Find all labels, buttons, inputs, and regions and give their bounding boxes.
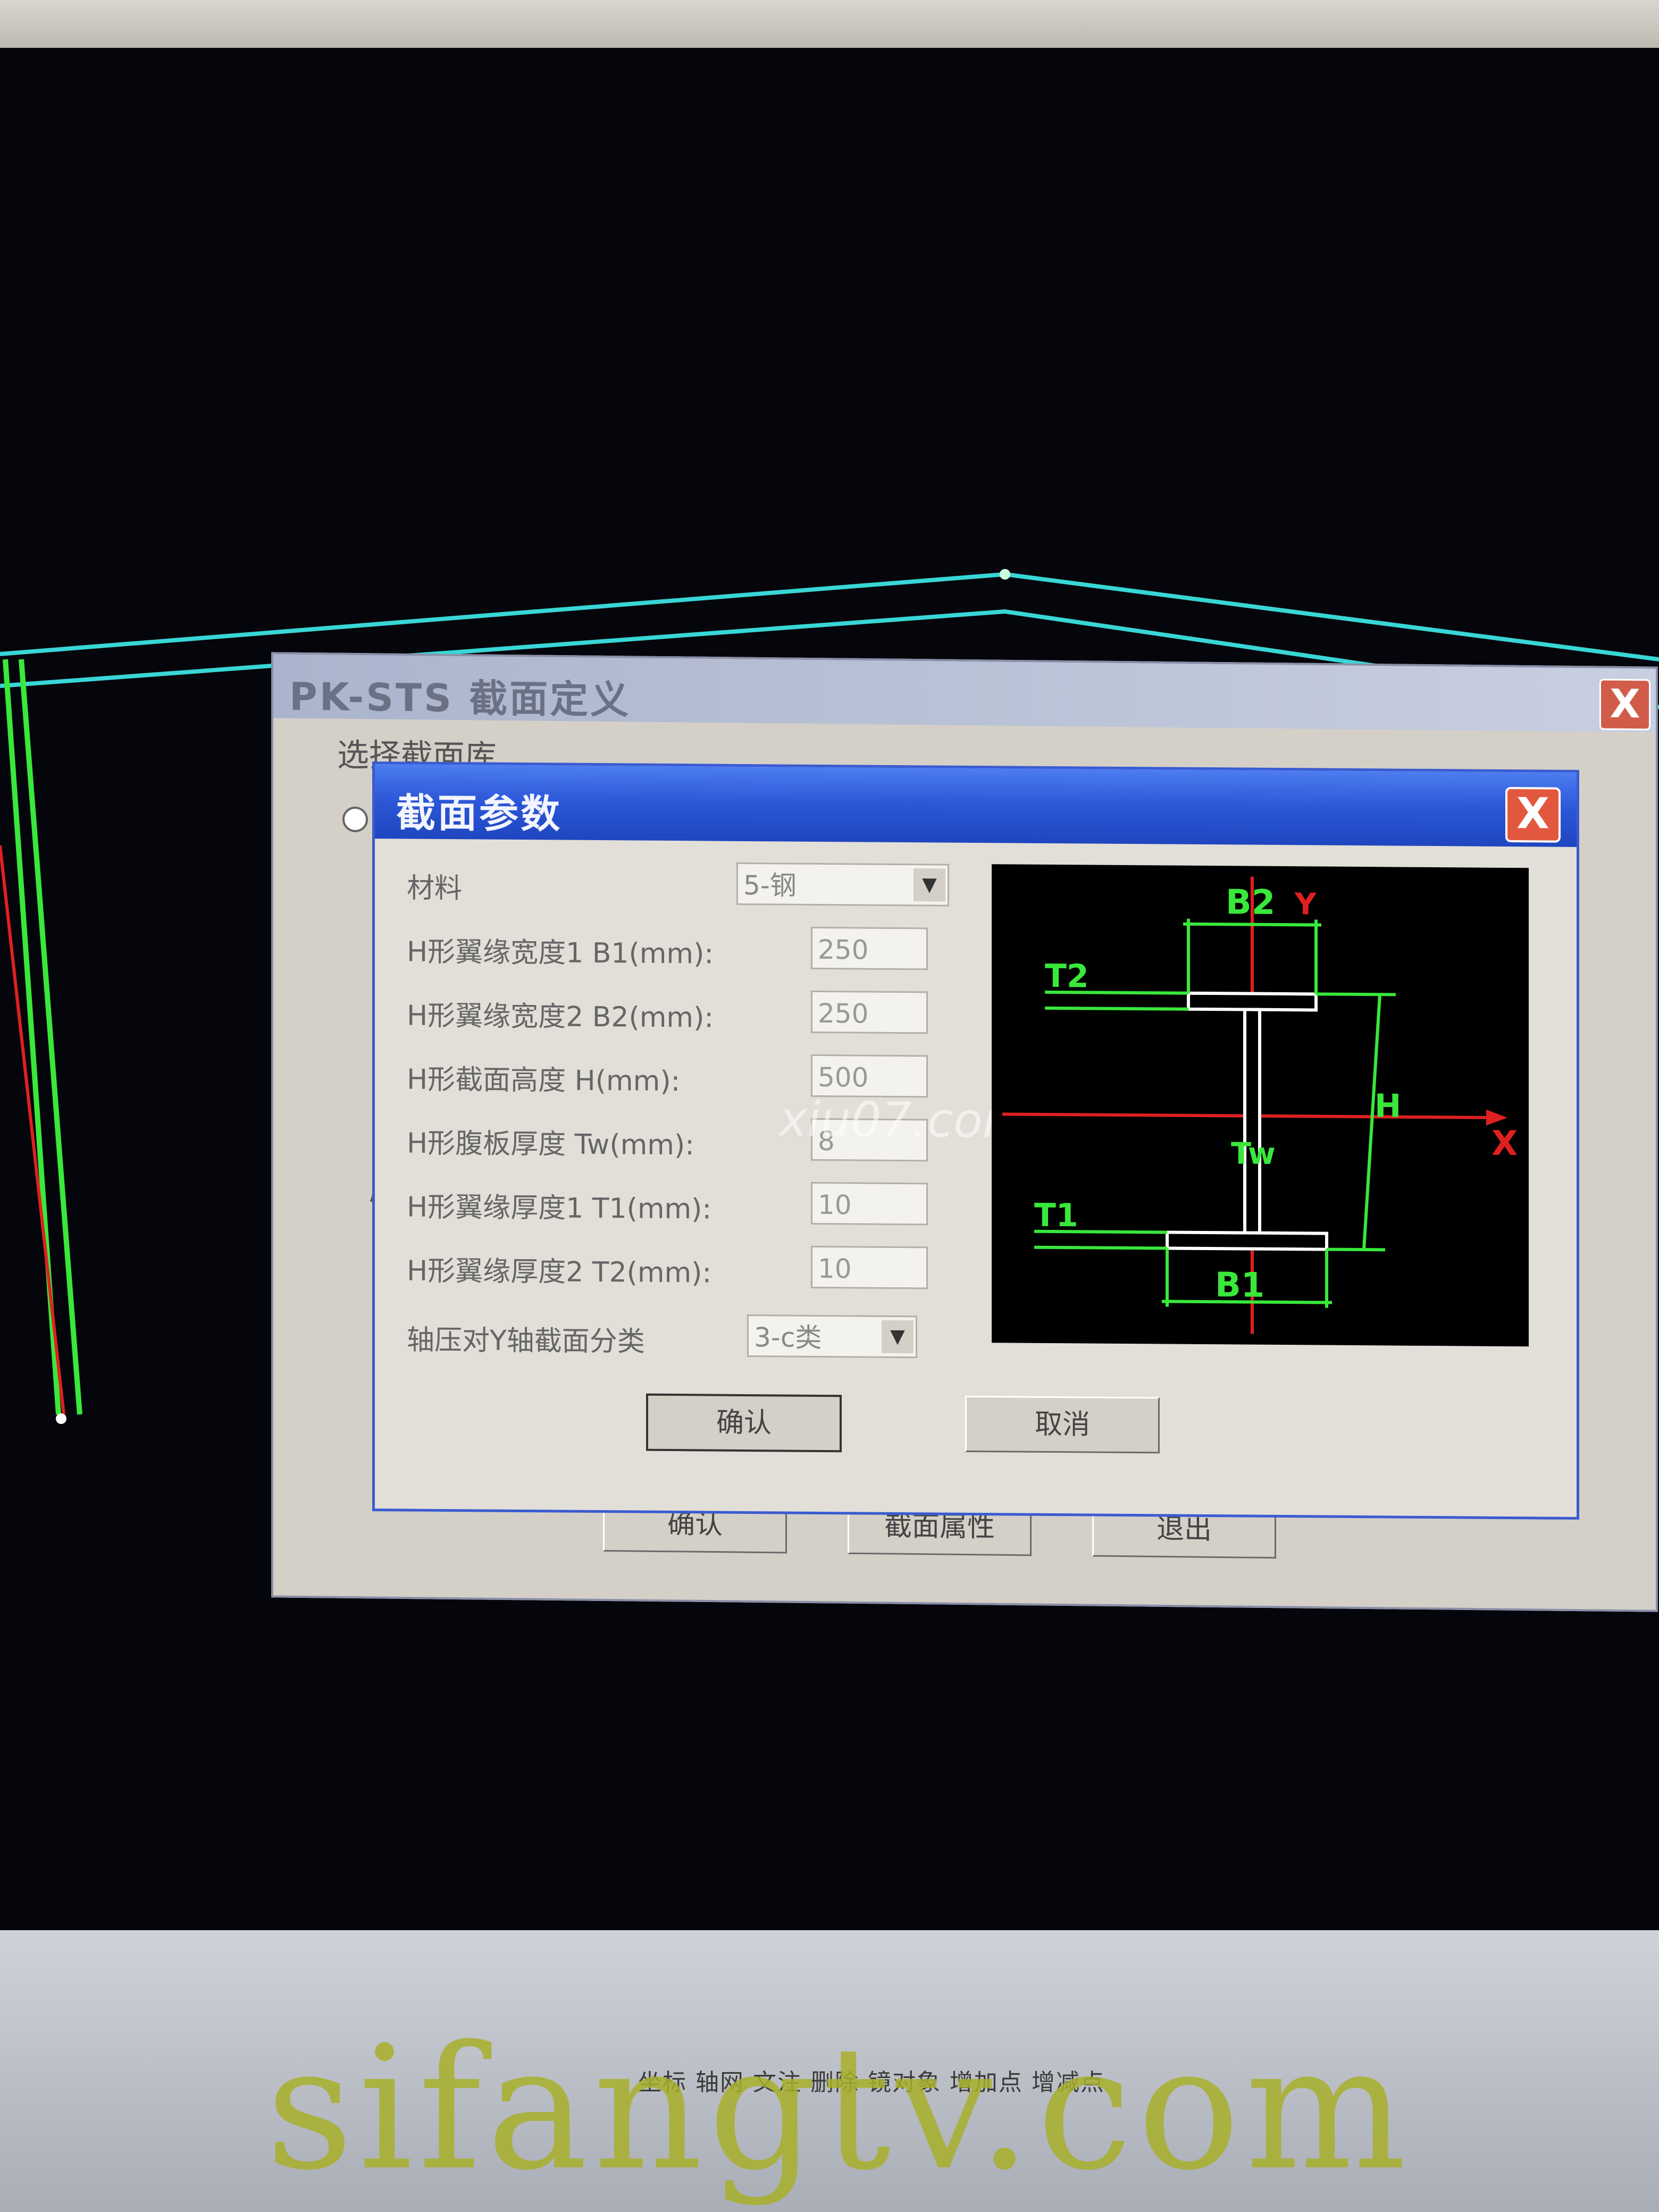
inner-ok-button[interactable]: 确认: [646, 1393, 842, 1453]
ridge-node: [1000, 569, 1010, 580]
inner-button-row: 确认 取消: [375, 1392, 1577, 1469]
top-flange: [1187, 991, 1318, 1012]
axial-class-row: 轴压对Y轴截面分类 3-c类 ▼: [407, 1307, 992, 1364]
field-label-b2: H形翼缘宽度2 B2(mm):: [407, 1000, 714, 1034]
inner-dialog-title: 截面参数: [396, 790, 562, 837]
field-row-t2: H形翼缘厚度2 T2(mm): 10: [407, 1238, 992, 1295]
material-row: 材料 5-钢 ▼: [407, 855, 992, 912]
outer-dialog-title: PK-STS 截面定义: [289, 674, 631, 723]
h-section-svg: B2 Y B1 T2 T1 Tw H X: [1002, 876, 1518, 1334]
field-label-b1: H形翼缘宽度1 B1(mm):: [407, 936, 714, 970]
b2-input[interactable]: 250: [811, 990, 928, 1034]
label-y: Y: [1294, 887, 1317, 921]
x-axis-arrow: [1486, 1109, 1507, 1126]
inner-titlebar: 截面参数 X: [375, 764, 1577, 847]
label-b1: B1: [1215, 1266, 1264, 1305]
monitor-bezel: [0, 0, 1659, 48]
label-tw: Tw: [1231, 1136, 1276, 1171]
material-select[interactable]: 5-钢 ▼: [736, 862, 949, 907]
section-library-radio[interactable]: [342, 806, 368, 833]
outer-titlebar: PK-STS 截面定义 X: [273, 654, 1656, 733]
web: [1243, 1008, 1261, 1235]
t1-ext-bottom: [1034, 1245, 1167, 1250]
chevron-down-icon: ▼: [882, 1320, 914, 1354]
column-base-node: [56, 1413, 66, 1424]
field-label-tw: H形腹板厚度 Tw(mm):: [407, 1127, 694, 1162]
field-row-b1: H形翼缘宽度1 B1(mm): 250: [407, 919, 992, 976]
column-axis-line: [0, 845, 65, 1415]
axial-class-label: 轴压对Y轴截面分类: [407, 1324, 645, 1358]
rafter-top-line: [0, 572, 1659, 661]
t2-ext-bottom: [1045, 1006, 1188, 1011]
axial-class-value: 3-c类: [754, 1322, 822, 1353]
label-t2: T2: [1045, 958, 1089, 995]
bottom-flange: [1166, 1230, 1328, 1251]
outer-close-button[interactable]: X: [1599, 678, 1650, 731]
b2-dim-line: [1183, 922, 1321, 927]
h-section-diagram: B2 Y B1 T2 T1 Tw H X: [992, 864, 1529, 1347]
section-parameters-dialog: 截面参数 X 材料 5-钢 ▼ H形翼缘宽度1 B1(mm): 250 H形翼缘…: [372, 761, 1579, 1520]
label-x: X: [1492, 1124, 1518, 1163]
label-t1: T1: [1034, 1197, 1078, 1235]
chevron-down-icon: ▼: [914, 868, 945, 902]
field-label-h: H形截面高度 H(mm):: [407, 1063, 681, 1098]
material-label: 材料: [407, 872, 463, 905]
axial-class-select[interactable]: 3-c类 ▼: [747, 1314, 917, 1359]
field-label-t1: H形翼缘厚度1 T1(mm):: [407, 1191, 711, 1226]
material-select-value: 5-钢: [743, 869, 797, 901]
label-b2: B2: [1226, 883, 1275, 923]
field-row-t1: H形翼缘厚度1 T1(mm): 10: [407, 1174, 992, 1231]
field-row-b2: H形翼缘宽度2 B2(mm): 250: [407, 983, 992, 1040]
inner-cancel-button[interactable]: 取消: [965, 1395, 1160, 1454]
site-watermark: sifangtv.com: [266, 2010, 1412, 2208]
label-h: H: [1375, 1087, 1401, 1125]
field-label-t2: H形翼缘厚度2 T2(mm):: [407, 1255, 711, 1289]
t1-input[interactable]: 10: [811, 1182, 928, 1226]
t2-input[interactable]: 10: [811, 1245, 928, 1289]
inner-close-button[interactable]: X: [1505, 786, 1561, 843]
b1-input[interactable]: 250: [811, 926, 928, 970]
